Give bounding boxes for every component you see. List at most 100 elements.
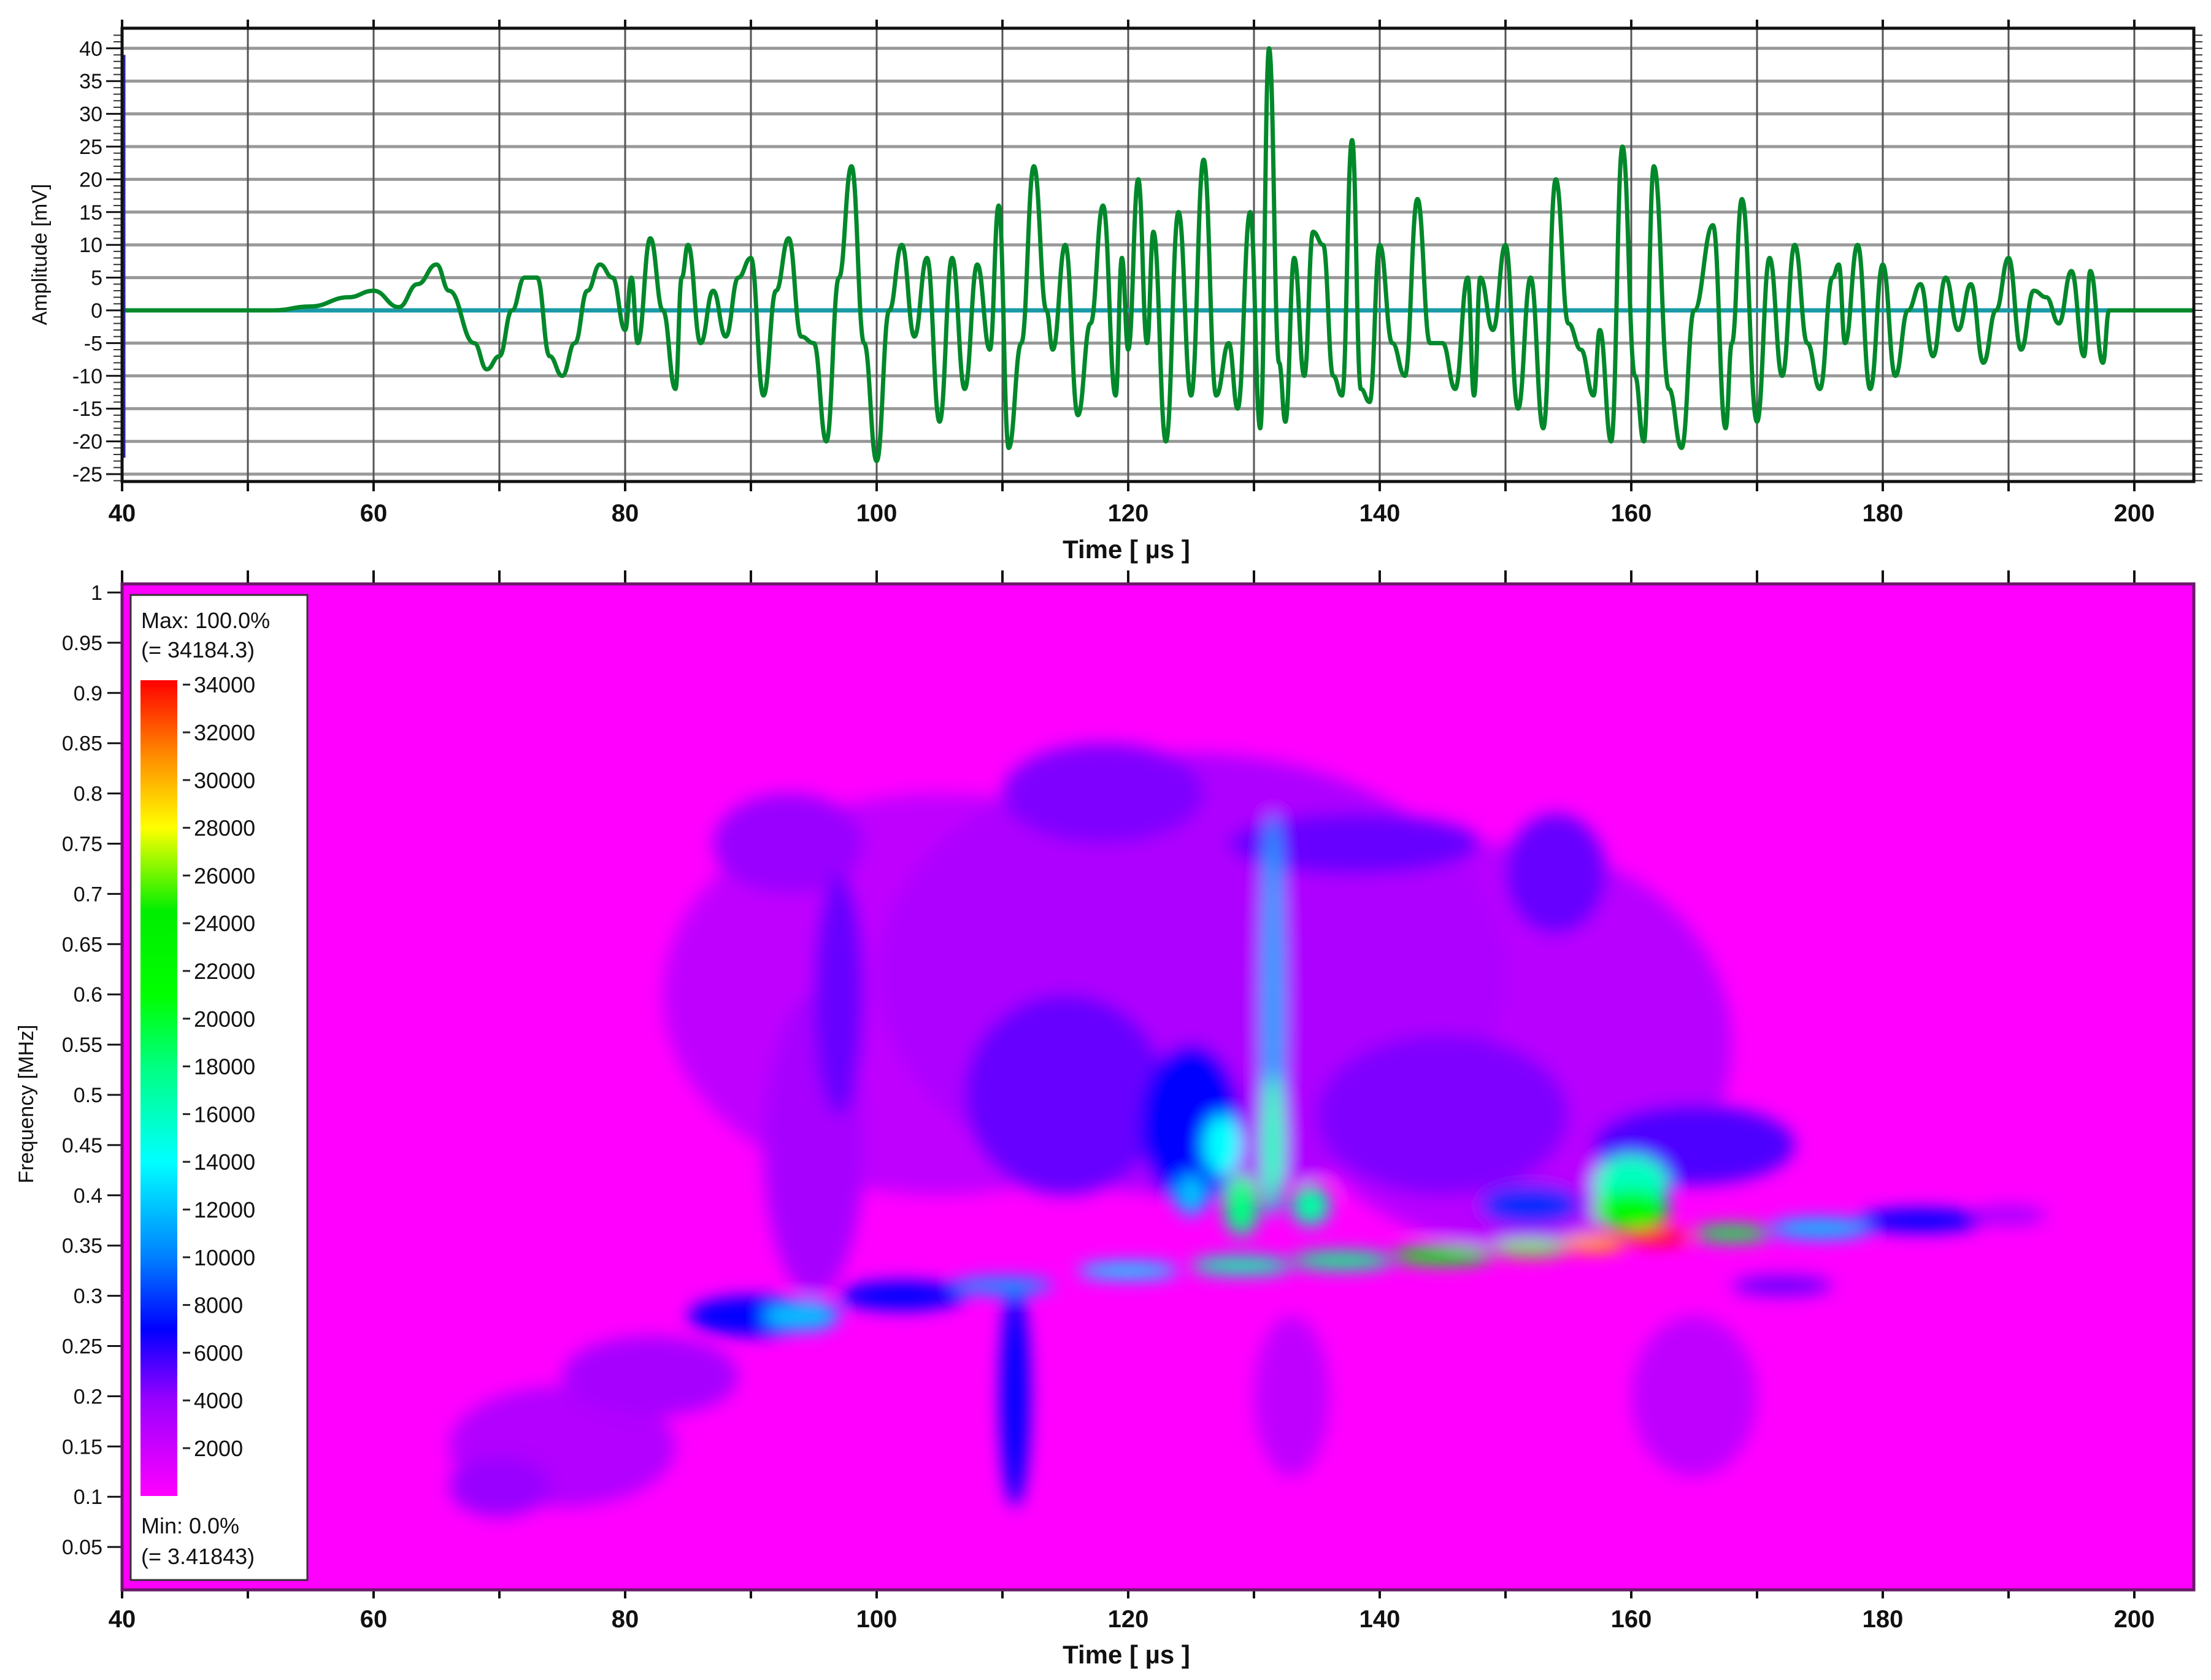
y-tick-label: -25 [72,463,102,486]
y-tick-label: 0.1 [74,1486,102,1509]
y-tick-label: 40 [79,37,102,61]
heatmap-hotspot [1732,1275,1832,1296]
y-tick-label: 0.85 [62,732,102,756]
heatmap-hotspot [1078,1262,1179,1279]
y-tick-label: 30 [79,103,102,126]
y-tick-label: 0.05 [62,1536,102,1559]
y-tick-label: -5 [84,332,102,355]
heatmap-hotspot [964,994,1166,1195]
y-tick-label: 0.55 [62,1034,102,1057]
heatmap-hotspot [1175,1175,1207,1216]
x-tick-label: 200 [2114,1606,2155,1633]
heatmap-hotspot [999,1286,1031,1507]
heatmap-hotspot [1191,1256,1292,1275]
heatmap-hotspot [562,1336,739,1417]
x-tick-label: 140 [1359,500,1401,527]
colorbar-legend: 34000 32000 30000 28000 26000 24000 22000 20000… [129,594,309,1581]
x-tick-label: 60 [360,1606,388,1633]
x-tick-label: 180 [1863,1606,1904,1633]
colorbar-tick-label: 16000 [194,1102,255,1127]
y-tick-label: 0.15 [62,1435,102,1459]
heatmap-hotspot [1480,1185,1581,1225]
heatmap-hotspot [1631,1316,1757,1477]
x-tick-label: 80 [612,1606,639,1633]
y-tick-label: 35 [79,70,102,93]
y-axis-title: Amplitude [mV] [28,184,52,326]
colorbar-tick-label: 4000 [194,1388,243,1413]
x-axis-title: Time [ µs ] [1063,1640,1190,1669]
heatmap-hotspot [952,1278,1053,1294]
y-tick-label: 0.6 [74,983,102,1007]
colorbar-tick-label: 28000 [194,816,255,841]
y-tick-label: 0.2 [74,1385,102,1408]
x-tick-label: 100 [856,500,898,527]
heatmap-hotspot [1858,1208,1983,1233]
colorbar-tick-label: 24000 [194,911,255,936]
y-tick-label: 0.7 [74,883,102,906]
x-axis-title: Time [ µs ] [1063,535,1190,564]
colorbar-min-label: Min: 0.0% [141,1513,239,1538]
x-tick-label: 160 [1611,1606,1652,1633]
x-tick-label: 60 [360,500,388,527]
y-tick-label: 1 [91,581,102,605]
y-tick-label: 0.75 [62,833,102,856]
colorbar-tick-label: 8000 [194,1293,243,1318]
y-tick-label: 0 [91,299,102,323]
x-tick-label: 200 [2114,500,2155,527]
heatmap-hotspot [1505,813,1606,934]
colorbar [140,680,177,1496]
y-tick-label: 0.95 [62,632,102,655]
heatmap-hotspot [1261,1075,1285,1216]
y-tick-label: -20 [72,431,102,454]
heatmap-hotspot [449,1456,550,1517]
heatmap-hotspot [1562,1235,1625,1252]
heatmap-hotspot [1223,1175,1259,1236]
heatmap-hotspot [1694,1225,1770,1242]
y-tick-label: 15 [79,201,102,224]
y-axis-title: Frequency [MHz] [15,1025,38,1184]
colorbar-tick-label: 10000 [194,1245,255,1270]
colorbar-tick-label: 2000 [194,1436,243,1461]
colorbar-max-value: (= 34184.3) [141,637,255,662]
y-tick-label: 0.3 [74,1285,102,1308]
x-tick-label: 120 [1108,500,1149,527]
colorbar-tick-label: 30000 [194,768,255,793]
y-tick-label: 0.45 [62,1134,102,1157]
x-tick-label: 80 [612,500,639,527]
colorbar-tick-label: 32000 [194,720,255,745]
heatmap-hotspot [1291,1185,1329,1225]
colorbar-tick-label: 14000 [194,1149,255,1175]
heatmap-hotspot [1291,1251,1393,1270]
y-tick-label: 0.5 [74,1084,102,1107]
heatmap-hotspot [1392,1246,1493,1265]
y-tick-label: 0.4 [74,1184,102,1208]
x-tick-label: 40 [109,1606,136,1633]
colorbar-max-label: Max: 100.0% [141,608,270,633]
heatmap-hotspot [1254,1316,1329,1477]
heatmap-hotspot [1593,1190,1669,1231]
x-tick-label: 40 [109,500,136,527]
x-tick-label: 180 [1863,500,1904,527]
y-tick-label: -15 [72,397,102,421]
colorbar-tick-label: 12000 [194,1197,255,1222]
heatmap-hotspot [1204,1114,1242,1176]
colorbar-tick-label: 22000 [194,959,255,984]
x-tick-label: 140 [1359,1606,1401,1633]
y-tick-label: -10 [72,365,102,388]
y-tick-label: 0.8 [74,783,102,806]
heatmap-hotspot [839,1281,965,1311]
heatmap-hotspot [763,1300,839,1331]
heatmap-hotspot [1002,743,1204,844]
y-tick-label: 0.25 [62,1335,102,1359]
y-tick-label: 0.9 [74,682,102,705]
colorbar-tick-label: 34000 [194,672,255,697]
x-tick-label: 120 [1108,1606,1149,1633]
colorbar-tick-label: 20000 [194,1007,255,1032]
waveform-chart: 40 35 30 25 20 15 10 5 0 -5 -10 -15 -20 -25 40 60 80 100 1… [28,20,2202,564]
heatmap-hotspot [1493,1240,1569,1257]
colorbar-tick-label: 6000 [194,1340,243,1365]
heatmap-hotspot [1625,1230,1688,1245]
heatmap-hotspot [1317,1034,1569,1195]
heatmap-hotspot [813,873,864,1115]
x-tick-label: 160 [1611,500,1652,527]
